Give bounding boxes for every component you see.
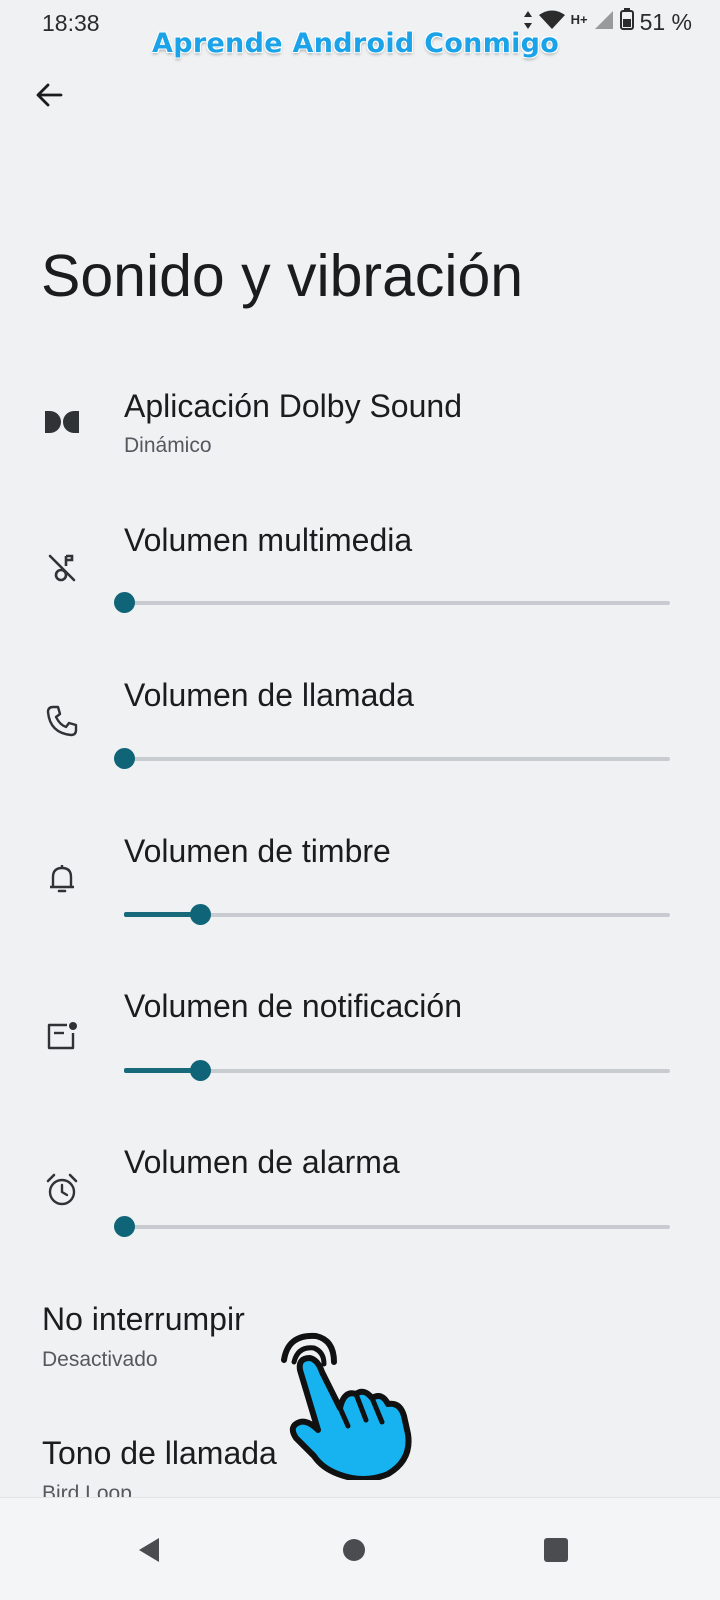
nav-recents-button[interactable] [528,1522,584,1578]
volume-label: Volumen de llamada [124,677,414,713]
nav-back-button[interactable] [120,1522,176,1578]
volume-slider[interactable] [114,1212,670,1242]
network-type: H+ [570,11,588,27]
music-off-icon [40,546,84,590]
page-title: Sonido y vibración [41,243,524,309]
volume-row-notification: Volumen de notificación [0,988,720,1088]
slider-thumb[interactable] [114,592,135,613]
battery-percent: 51 % [639,8,692,35]
phone-icon [40,699,84,743]
slider-thumb[interactable] [114,1216,135,1237]
volume-row-alarm: Volumen de alarma [0,1144,720,1244]
volume-slider[interactable] [114,900,670,930]
volume-label: Volumen de timbre [124,833,391,869]
ringtone-label: Tono de llamada [42,1435,277,1471]
notification-icon [40,1014,84,1058]
battery-icon [619,8,634,36]
back-button[interactable] [26,72,72,118]
volume-label: Volumen de notificación [124,988,462,1024]
volume-label: Volumen de alarma [124,1144,400,1180]
volume-row-media: Volumen multimedia [0,522,720,622]
dolby-sub: Dinámico [124,434,212,457]
navigation-bar [0,1497,720,1600]
slider-thumb[interactable] [114,748,135,769]
volume-slider[interactable] [114,1056,670,1086]
volume-slider[interactable] [114,744,670,774]
volume-slider[interactable] [114,588,670,618]
status-time: 18:38 [42,10,100,36]
volume-row-call: Volumen de llamada [0,677,720,777]
nav-home-button[interactable] [326,1522,382,1578]
dnd-label: No interrumpir [42,1301,245,1337]
signal-icon [594,9,614,36]
slider-thumb[interactable] [190,904,212,925]
volume-row-ring: Volumen de timbre [0,833,720,933]
bell-icon [40,857,84,901]
slider-thumb[interactable] [190,1060,212,1081]
circle-home-icon [343,1539,365,1561]
square-recents-icon [544,1538,568,1562]
volume-label: Volumen multimedia [124,522,413,558]
watermark: Aprende Android Conmigo [152,28,560,59]
triangle-back-icon [139,1538,159,1562]
alarm-icon [40,1168,84,1212]
pointing-hand-icon [278,1330,428,1482]
dolby-icon [40,400,84,444]
dnd-sub: Desactivado [42,1348,158,1371]
dolby-label: Aplicación Dolby Sound [124,388,462,424]
dolby-sound-item[interactable]: Aplicación Dolby Sound Dinámico [0,388,720,468]
arrow-back-icon [36,83,63,107]
